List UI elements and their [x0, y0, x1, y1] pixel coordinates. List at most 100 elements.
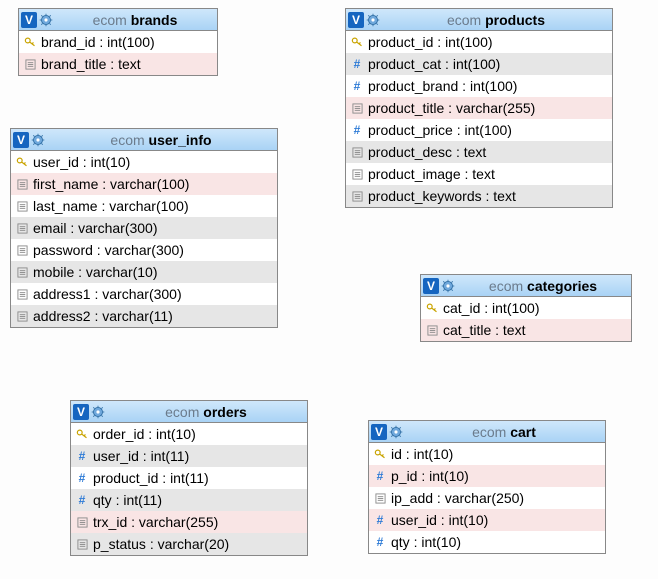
column-row[interactable]: brand_id : int(100): [19, 31, 217, 53]
column-row[interactable]: #qty : int(11): [71, 489, 307, 511]
schema-name: ecom: [110, 132, 144, 148]
view-badge-icon[interactable]: V: [423, 278, 439, 294]
column-definition: cat_id : int(100): [443, 300, 540, 316]
column-row[interactable]: order_id : int(10): [71, 423, 307, 445]
view-badge-icon[interactable]: V: [371, 424, 387, 440]
column-type: varchar(300): [105, 242, 184, 258]
column-definition: password : varchar(300): [33, 242, 184, 258]
column-row[interactable]: #p_id : int(10): [369, 465, 605, 487]
text-column-icon: [350, 191, 364, 202]
column-row[interactable]: p_status : varchar(20): [71, 533, 307, 555]
table-title: ecom cart: [405, 424, 603, 440]
view-badge-icon[interactable]: V: [348, 12, 364, 28]
column-row[interactable]: #qty : int(10): [369, 531, 605, 553]
column-row[interactable]: cat_title : text: [421, 319, 631, 341]
text-column-icon: [75, 539, 89, 550]
column-row[interactable]: #product_cat : int(100): [346, 53, 612, 75]
column-row[interactable]: address1 : varchar(300): [11, 283, 277, 305]
column-row[interactable]: mobile : varchar(10): [11, 261, 277, 283]
table-header[interactable]: Vecom cart: [369, 421, 605, 443]
gear-icon[interactable]: [366, 13, 380, 27]
gear-icon[interactable]: [91, 405, 105, 419]
column-row[interactable]: trx_id : varchar(255): [71, 511, 307, 533]
table-orders[interactable]: Vecom ordersorder_id : int(10)#user_id :…: [70, 400, 308, 556]
gear-icon[interactable]: [389, 425, 403, 439]
gear-icon[interactable]: [441, 279, 455, 293]
column-row[interactable]: user_id : int(10): [11, 151, 277, 173]
column-definition: address2 : varchar(11): [33, 308, 173, 324]
column-definition: email : varchar(300): [33, 220, 158, 236]
column-row[interactable]: first_name : varchar(100): [11, 173, 277, 195]
table-header[interactable]: Vecom orders: [71, 401, 307, 423]
column-definition: user_id : int(10): [33, 154, 130, 170]
column-name: cat_title: [443, 322, 491, 338]
view-badge-icon[interactable]: V: [73, 404, 89, 420]
column-row[interactable]: #product_price : int(100): [346, 119, 612, 141]
column-row[interactable]: #user_id : int(11): [71, 445, 307, 467]
column-name: brand_id: [41, 34, 96, 50]
column-name: brand_title: [41, 56, 106, 72]
column-row[interactable]: product_title : varchar(255): [346, 97, 612, 119]
column-name: qty: [391, 534, 410, 550]
column-row[interactable]: cat_id : int(100): [421, 297, 631, 319]
table-categories[interactable]: Vecom categories cat_id : int(100) cat_tit…: [420, 274, 632, 342]
column-name: product_id: [93, 470, 158, 486]
column-name: mobile: [33, 264, 74, 280]
column-row[interactable]: last_name : varchar(100): [11, 195, 277, 217]
view-badge-icon[interactable]: V: [21, 12, 37, 28]
table-name: user_info: [149, 132, 212, 148]
schema-name: ecom: [472, 424, 506, 440]
table-brands[interactable]: Vecom brandsbrand_id : int(100)brand_tit…: [18, 8, 218, 76]
table-cart[interactable]: Vecom cartid : int(10)#p_id : int(10)ip_…: [368, 420, 606, 554]
numeric-column-icon: #: [350, 79, 364, 93]
column-row[interactable]: #product_id : int(11): [71, 467, 307, 489]
column-type: varchar(100): [110, 176, 189, 192]
numeric-column-icon: #: [75, 493, 89, 507]
table-header[interactable]: Vecom user_info: [11, 129, 277, 151]
column-name: ip_add: [391, 490, 433, 506]
column-name: product_desc: [368, 144, 452, 160]
column-row[interactable]: #user_id : int(10): [369, 509, 605, 531]
column-name: product_image: [368, 166, 461, 182]
text-column-icon: [23, 59, 37, 70]
column-name: trx_id: [93, 514, 127, 530]
column-row[interactable]: product_keywords : text: [346, 185, 612, 207]
column-row[interactable]: product_image : text: [346, 163, 612, 185]
view-badge-icon[interactable]: V: [13, 132, 29, 148]
table-user_info[interactable]: Vecom user_info user_id : int(10) first_na…: [10, 128, 278, 328]
column-name: address1: [33, 286, 91, 302]
numeric-column-icon: #: [350, 57, 364, 71]
primary-key-icon: [373, 448, 387, 460]
column-row[interactable]: password : varchar(300): [11, 239, 277, 261]
gear-icon[interactable]: [39, 13, 53, 27]
column-name: password: [33, 242, 93, 258]
column-type: int(10): [429, 468, 469, 484]
column-type: int(11): [170, 470, 209, 486]
column-row[interactable]: # product_brand : int(100): [346, 75, 612, 97]
gear-icon[interactable]: [31, 133, 45, 147]
column-row[interactable]: brand_title : text: [19, 53, 217, 75]
column-definition: product_brand : int(100): [368, 78, 517, 94]
table-header[interactable]: Vecom brands: [19, 9, 217, 31]
column-row[interactable]: product_desc : text: [346, 141, 612, 163]
column-type: int(100): [107, 34, 154, 50]
column-row[interactable]: product_id : int(100): [346, 31, 612, 53]
column-row[interactable]: id : int(10): [369, 443, 605, 465]
column-type: int(11): [123, 492, 162, 508]
column-definition: user_id : int(11): [93, 448, 189, 464]
column-name: product_title: [368, 100, 444, 116]
column-row[interactable]: address2 : varchar(11): [11, 305, 277, 327]
table-header[interactable]: Vecom products: [346, 9, 612, 31]
text-column-icon: [15, 245, 29, 256]
table-header[interactable]: Vecom categories: [421, 275, 631, 297]
column-type: int(100): [453, 56, 500, 72]
text-column-icon: [15, 267, 29, 278]
table-products[interactable]: Vecom productsproduct_id : int(100)#prod…: [345, 8, 613, 208]
column-name: order_id: [93, 426, 144, 442]
column-definition: product_keywords : text: [368, 188, 516, 204]
column-row[interactable]: email : varchar(300): [11, 217, 277, 239]
table-name: cart: [510, 424, 536, 440]
column-name: qty: [93, 492, 112, 508]
table-title: ecom orders: [107, 404, 305, 420]
column-row[interactable]: ip_add : varchar(250): [369, 487, 605, 509]
